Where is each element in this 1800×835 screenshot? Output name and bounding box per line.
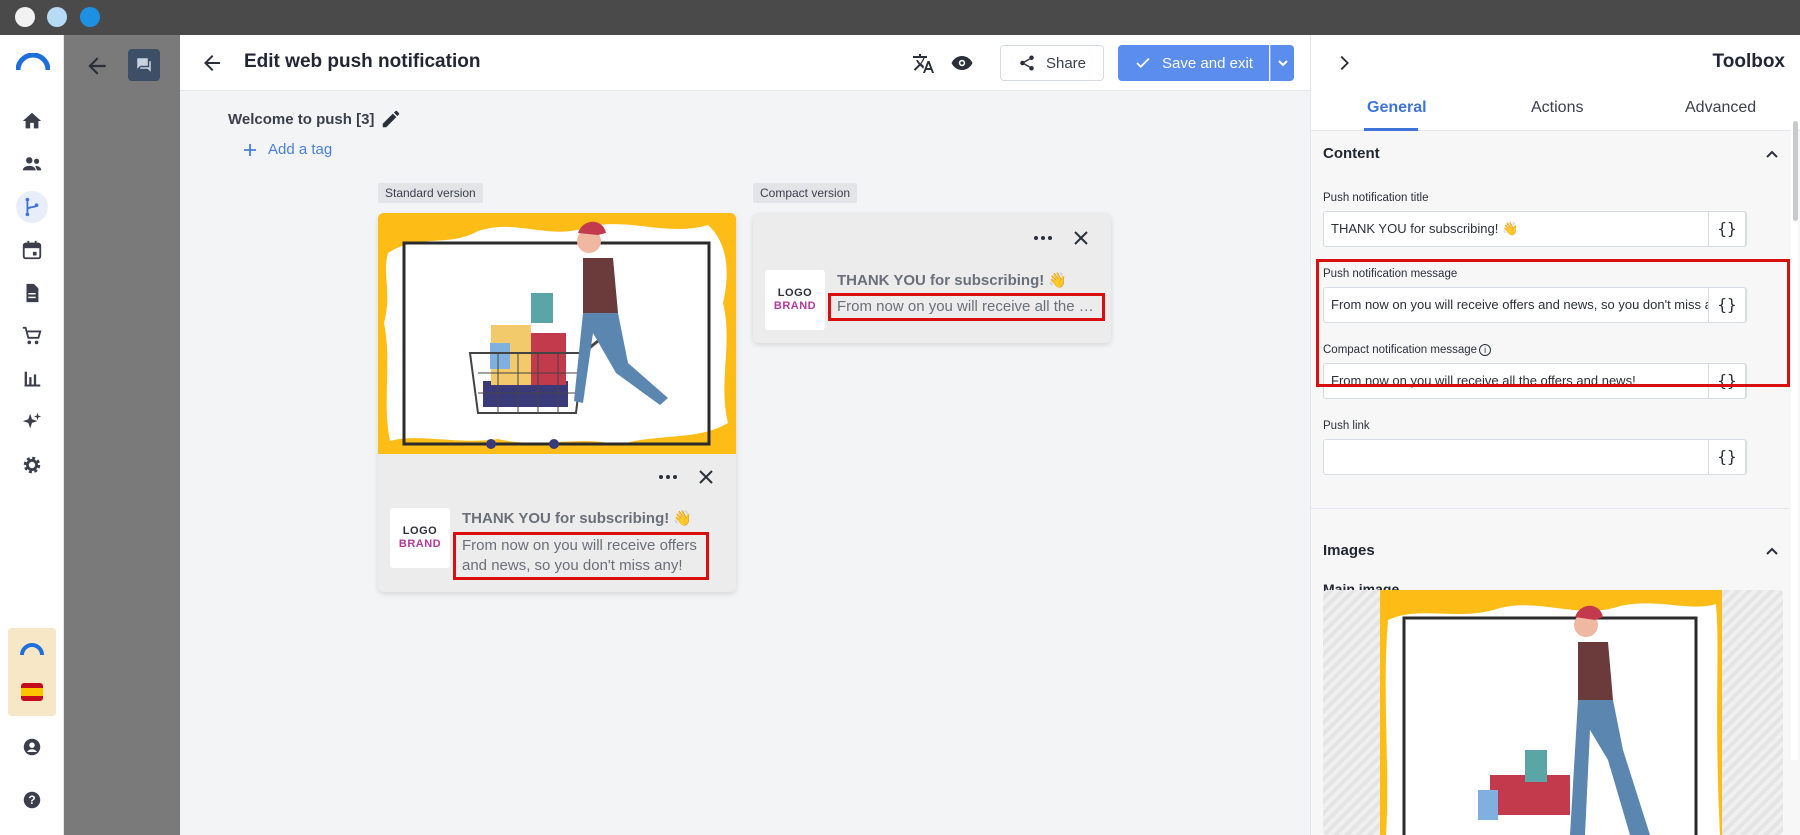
title-variables-button[interactable]: {} [1708, 212, 1746, 246]
save-and-exit-label: Save and exit [1162, 54, 1253, 72]
compact-push-body: From now on you will receive all the … [828, 293, 1105, 321]
save-options-dropdown[interactable] [1270, 45, 1294, 81]
main-image-illustration [1380, 590, 1722, 835]
compact-more-options-icon[interactable] [1031, 228, 1055, 248]
standard-push-body: From now on you will receive offers and … [453, 532, 709, 580]
shopping-illustration [378, 213, 736, 454]
save-and-exit-button[interactable]: Save and exit [1118, 45, 1269, 81]
more-options-icon[interactable] [656, 467, 680, 487]
spain-flag-icon [21, 683, 43, 701]
push-title-label: Push notification title [1323, 192, 1429, 204]
standard-push-title: THANK YOU for subscribing! 👋 [462, 510, 693, 527]
logo-line2: BRAND [398, 538, 442, 550]
tab-advanced[interactable]: Advanced [1685, 99, 1756, 117]
active-tab-indicator [1364, 128, 1418, 131]
window-minimize-button[interactable] [47, 7, 67, 27]
hero-image [378, 213, 736, 454]
editor-header: Edit web push notification Share Save an… [180, 35, 1310, 91]
nav-cart-icon[interactable] [16, 320, 48, 352]
compact-logo-line1: LOGO [777, 287, 813, 299]
share-label: Share [1045, 54, 1087, 72]
add-tag-link[interactable]: Add a tag [242, 141, 332, 158]
compact-brand-logo: LOGO BRAND [765, 270, 825, 330]
background-chat-icon [128, 49, 160, 81]
toolbox-tabs: General Actions Advanced [1311, 91, 1800, 131]
link-variables-button[interactable]: {} [1708, 440, 1746, 474]
images-section-header[interactable]: Images [1323, 542, 1375, 559]
back-arrow-icon[interactable] [200, 51, 224, 75]
close-icon[interactable] [696, 467, 716, 487]
standard-version-label: Standard version [378, 183, 483, 203]
workspace-logo-icon [20, 643, 44, 656]
content-chevron-up-icon[interactable] [1763, 145, 1781, 163]
nav-analytics-icon[interactable] [16, 363, 48, 395]
background-back-icon [88, 57, 106, 75]
toolbox-panel: Toolbox General Actions Advanced Content… [1310, 35, 1800, 835]
tab-general[interactable]: General [1367, 99, 1427, 117]
workspace-switcher[interactable] [8, 628, 56, 716]
left-nav: ? [0, 35, 64, 835]
push-editor: Edit web push notification Share Save an… [180, 35, 1310, 835]
app-logo-icon[interactable] [16, 53, 50, 71]
content-section-header[interactable]: Content [1323, 145, 1380, 162]
main-image-preview[interactable] [1323, 590, 1783, 835]
chevron-down-icon [1277, 60, 1288, 67]
nav-help-icon[interactable]: ? [16, 784, 48, 816]
window-maximize-button[interactable] [80, 7, 100, 27]
nav-user-account-icon[interactable] [16, 731, 48, 763]
tab-actions[interactable]: Actions [1531, 99, 1583, 117]
nav-document-icon[interactable] [16, 277, 48, 309]
translate-icon[interactable] [910, 50, 936, 76]
window-titlebar [0, 0, 1800, 35]
compact-version-label: Compact version [753, 183, 858, 203]
svg-text:?: ? [28, 793, 35, 807]
preview-eye-icon[interactable] [949, 50, 975, 76]
nav-home-icon[interactable] [16, 105, 48, 137]
chevron-right-icon[interactable] [1333, 52, 1355, 74]
section-divider [1311, 508, 1789, 509]
standard-preview-card: LOGO BRAND THANK YOU for subscribing! 👋 … [378, 213, 736, 592]
brand-logo: LOGO BRAND [390, 508, 450, 568]
compact-push-title: THANK YOU for subscribing! 👋 [837, 272, 1068, 289]
message-name: Welcome to push [3] [228, 111, 375, 128]
toolbox-title: Toolbox [1712, 51, 1785, 72]
toolbox-scroll-thumb[interactable] [1793, 121, 1798, 221]
logo-line1: LOGO [402, 525, 438, 537]
nav-journeys-icon[interactable] [16, 191, 48, 223]
share-icon [1020, 55, 1034, 71]
compact-logo-line2: BRAND [773, 300, 817, 312]
images-chevron-up-icon[interactable] [1763, 542, 1781, 560]
plus-icon [244, 143, 256, 156]
push-link-input[interactable]: {} [1323, 439, 1747, 475]
page-title: Edit web push notification [244, 51, 481, 72]
add-tag-label: Add a tag [268, 141, 333, 158]
nav-settings-icon[interactable] [16, 449, 48, 481]
background-app-overlay [64, 35, 180, 835]
highlight-annotation [1316, 259, 1790, 387]
nav-ai-sparkle-icon[interactable] [16, 406, 48, 438]
check-icon [1136, 57, 1150, 69]
push-title-input[interactable]: THANK YOU for subscribing! 👋 {} [1323, 211, 1747, 247]
push-link-label: Push link [1323, 420, 1370, 432]
compact-preview-card: LOGO BRAND THANK YOU for subscribing! 👋 … [753, 213, 1111, 343]
window-close-button[interactable] [15, 7, 35, 27]
compact-close-icon[interactable] [1071, 228, 1091, 248]
push-title-value: THANK YOU for subscribing! 👋 [1331, 221, 1519, 236]
nav-contacts-icon[interactable] [16, 148, 48, 180]
edit-pencil-icon[interactable] [380, 108, 402, 130]
share-button[interactable]: Share [1000, 45, 1104, 81]
toolbox-header: Toolbox [1311, 35, 1800, 91]
main-image-thumbnail [1380, 590, 1722, 835]
nav-calendar-icon[interactable] [16, 234, 48, 266]
